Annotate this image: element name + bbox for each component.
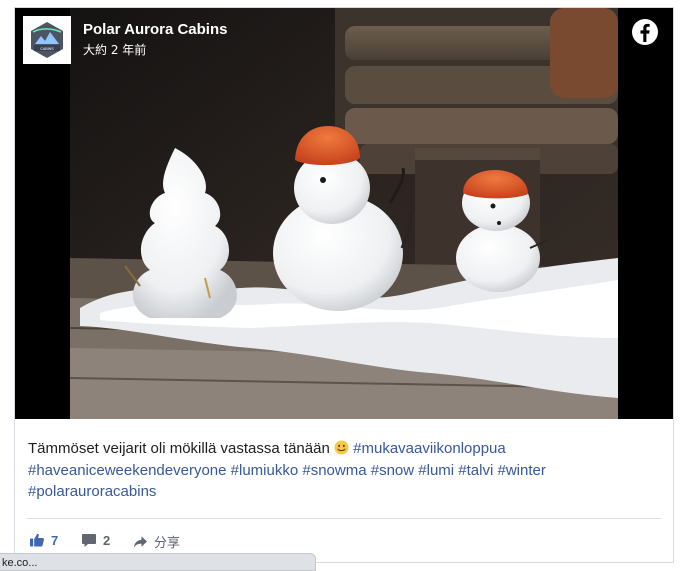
post-caption: Tämmöset veijarit oli mökillä vastassa t… (28, 438, 658, 503)
snowmen-photo (70, 8, 618, 419)
polar-aurora-logo: CABINS (25, 18, 69, 62)
share-button[interactable]: 分享 (133, 532, 180, 551)
hashtag-link[interactable]: #lumiukko (231, 462, 299, 479)
facebook-icon[interactable] (631, 18, 659, 46)
hashtag-link[interactable]: #talvi (458, 462, 493, 479)
post-header: CABINS Polar Aurora Cabins 大約 2 年前 (23, 16, 663, 66)
page-name[interactable]: Polar Aurora Cabins (83, 21, 227, 38)
post-photo[interactable] (70, 8, 618, 419)
comment-icon (82, 534, 96, 547)
svg-text:CABINS: CABINS (40, 47, 54, 51)
share-label: 分享 (154, 535, 181, 550)
page-avatar[interactable]: CABINS (23, 16, 71, 64)
share-icon (133, 535, 148, 548)
hashtag-link[interactable]: #polarauroracabins (28, 483, 156, 500)
caption-text: Tämmöset veijarit oli mökillä vastassa t… (28, 440, 330, 457)
browser-status-bar: ke.co... (0, 553, 316, 571)
comment-button[interactable]: 2 (81, 532, 110, 548)
post-media[interactable]: CABINS Polar Aurora Cabins 大約 2 年前 (15, 8, 673, 419)
hashtag-link[interactable]: #haveaniceweekendeveryone (28, 462, 226, 479)
smile-emoji-icon (334, 440, 349, 455)
hashtag-link[interactable]: #lumi (418, 462, 454, 479)
hashtag-link[interactable]: #snowma (302, 462, 366, 479)
post-timestamp[interactable]: 大約 2 年前 (83, 41, 146, 58)
hashtag-link[interactable]: #mukavaaviikonloppua (353, 440, 506, 457)
comment-count: 2 (103, 532, 111, 548)
hashtag-link[interactable]: #winter (498, 462, 546, 479)
hashtag-link[interactable]: #snow (371, 462, 414, 479)
like-count: 7 (51, 532, 59, 548)
post-actions: 7 2 分享 (29, 532, 429, 552)
like-button[interactable]: 7 (29, 532, 58, 548)
like-icon (30, 533, 44, 547)
divider (27, 518, 661, 519)
post-card: CABINS Polar Aurora Cabins 大約 2 年前 Tämmö… (14, 7, 674, 563)
